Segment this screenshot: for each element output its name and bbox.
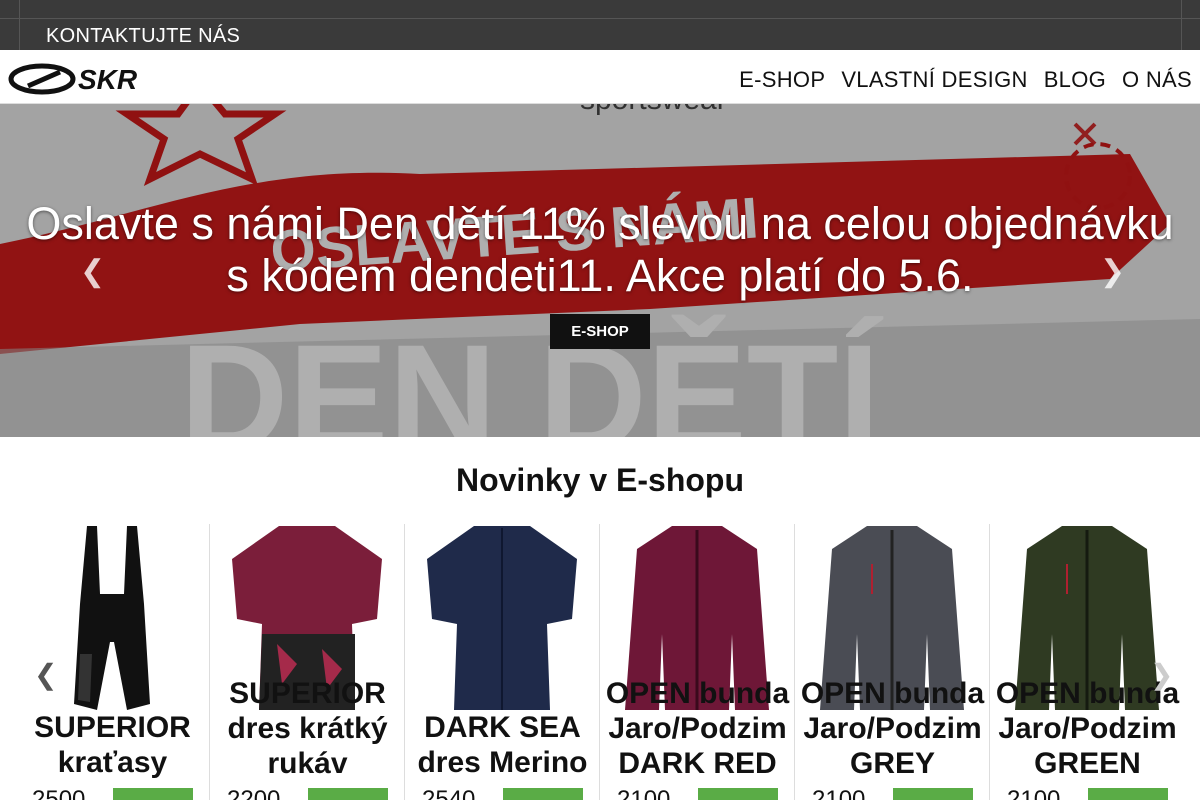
product-price: 2100 bbox=[1007, 786, 1061, 800]
logo-text: SKR bbox=[78, 64, 138, 95]
add-to-cart-button[interactable] bbox=[308, 788, 388, 800]
top-bar-rule bbox=[0, 18, 1200, 19]
product-name[interactable]: SUPERIOR kraťasy bbox=[15, 710, 210, 780]
nav-custom-design[interactable]: VLASTNÍ DESIGN bbox=[841, 67, 1027, 93]
hero-eshop-button[interactable]: E-SHOP bbox=[550, 314, 650, 349]
nav-blog[interactable]: BLOG bbox=[1044, 67, 1106, 93]
site-header: SKR E-SHOP VLASTNÍ DESIGN BLOG O NÁS bbox=[0, 50, 1200, 104]
add-to-cart-button[interactable] bbox=[893, 788, 973, 800]
top-bar: KONTAKTUJTE NÁS bbox=[0, 0, 1200, 50]
chevron-left-icon[interactable]: ❮ bbox=[80, 254, 105, 289]
product-card[interactable]: OPEN bunda Jaro/Podzim GREY 2100 bbox=[795, 524, 990, 800]
section-title: Novinky v E-shopu bbox=[455, 462, 745, 498]
product-price: 2100 bbox=[617, 786, 671, 800]
add-to-cart-button[interactable] bbox=[698, 788, 778, 800]
add-to-cart-button[interactable] bbox=[113, 788, 193, 800]
add-to-cart-button[interactable] bbox=[503, 788, 583, 800]
product-card[interactable]: OPEN bunda Jaro/Podzim DARK RED 2100 bbox=[600, 524, 795, 800]
contact-link[interactable]: KONTAKTUJTE NÁS bbox=[46, 25, 240, 48]
nav-about[interactable]: O NÁS bbox=[1122, 67, 1192, 93]
product-name[interactable]: OPEN bunda Jaro/Podzim DARK RED bbox=[600, 676, 795, 781]
product-name[interactable]: SUPERIOR dres krátký rukáv bbox=[210, 676, 405, 781]
product-name[interactable]: OPEN bunda Jaro/Podzim GREY bbox=[795, 676, 990, 781]
add-to-cart-button[interactable] bbox=[1088, 788, 1168, 800]
product-price: 2540 bbox=[422, 786, 476, 800]
product-price: 2500 bbox=[32, 786, 86, 800]
top-bar-divider bbox=[1181, 0, 1182, 50]
nav-eshop[interactable]: E-SHOP bbox=[739, 67, 825, 93]
chevron-right-icon[interactable]: ❯ bbox=[1100, 254, 1125, 289]
product-price: 2200 bbox=[227, 786, 281, 800]
skr-logo[interactable]: SKR bbox=[8, 62, 208, 96]
product-card[interactable]: SUPERIOR dres krátký rukáv 2200 bbox=[210, 524, 405, 800]
product-name[interactable]: OPEN bunda Jaro/Podzim GREEN bbox=[990, 676, 1185, 781]
product-name[interactable]: DARK SEA dres Merino bbox=[405, 710, 600, 780]
hero-carousel: sportswear OSLAVTE S NÁMI DEN DĚTÍ Oslav… bbox=[0, 104, 1200, 437]
product-card[interactable]: DARK SEA dres Merino 2540 bbox=[405, 524, 600, 800]
jersey-image bbox=[427, 526, 577, 710]
chevron-right-icon[interactable]: ❯ bbox=[1150, 658, 1173, 691]
chevron-left-icon[interactable]: ❮ bbox=[34, 658, 57, 691]
top-bar-divider bbox=[19, 0, 20, 50]
hero-caption: Oslavte s námi Den dětí 11% slevou na ce… bbox=[26, 198, 1174, 301]
product-price: 2100 bbox=[812, 786, 866, 800]
product-carousel: SUPERIOR kraťasy 2500 SUPERIOR dres krát… bbox=[15, 524, 1185, 800]
main-nav: E-SHOP VLASTNÍ DESIGN BLOG O NÁS bbox=[739, 67, 1192, 93]
